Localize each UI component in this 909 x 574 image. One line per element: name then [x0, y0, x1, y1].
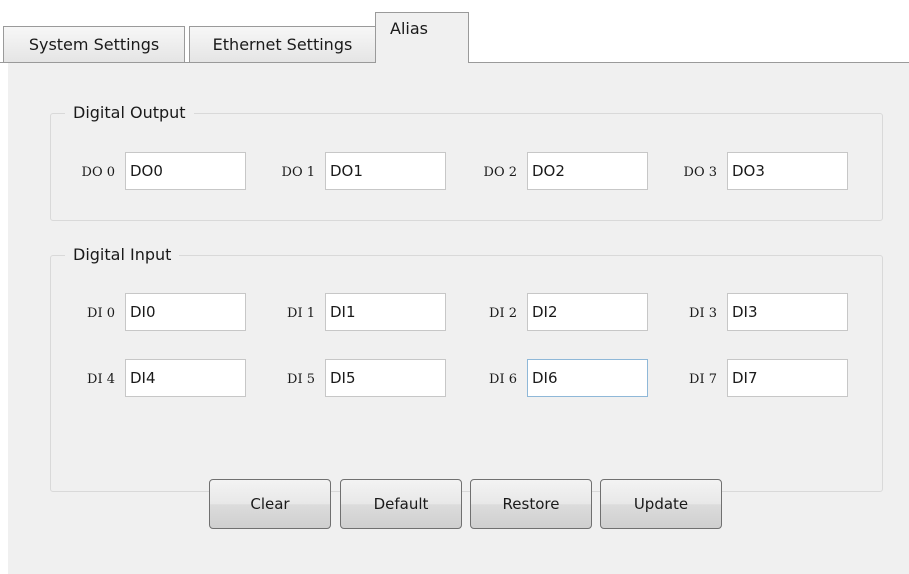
- do1-label: DO 1: [281, 165, 315, 180]
- di2-alias-input[interactable]: [527, 293, 648, 331]
- di7-alias-input[interactable]: [727, 359, 848, 397]
- clear-button[interactable]: Clear: [209, 479, 331, 529]
- default-button[interactable]: Default: [340, 479, 462, 529]
- do2-label: DO 2: [483, 165, 517, 180]
- digital-output-group: Digital Output DO 0 DO 1 DO 2 DO 3: [50, 102, 883, 221]
- do1-alias-input[interactable]: [325, 152, 446, 190]
- di1-alias-input[interactable]: [325, 293, 446, 331]
- do0-alias-input[interactable]: [125, 152, 246, 190]
- alias-settings-window: System Settings Ethernet Settings Alias …: [0, 0, 909, 574]
- digital-input-title: Digital Input: [65, 244, 180, 266]
- di1-label: DI 1: [287, 306, 315, 321]
- do0-label: DO 0: [81, 165, 115, 180]
- di2-label: DI 2: [489, 306, 517, 321]
- di6-alias-input[interactable]: [527, 359, 648, 397]
- di5-alias-input[interactable]: [325, 359, 446, 397]
- do3-alias-input[interactable]: [727, 152, 848, 190]
- di5-label: DI 5: [287, 372, 315, 387]
- di6-label: DI 6: [489, 372, 517, 387]
- di3-alias-input[interactable]: [727, 293, 848, 331]
- di7-label: DI 7: [689, 372, 717, 387]
- di4-alias-input[interactable]: [125, 359, 246, 397]
- di0-label: DI 0: [87, 306, 115, 321]
- di0-alias-input[interactable]: [125, 293, 246, 331]
- tab-system-settings[interactable]: System Settings: [3, 26, 185, 62]
- tab-ethernet-settings[interactable]: Ethernet Settings: [189, 26, 376, 62]
- restore-button[interactable]: Restore: [470, 479, 592, 529]
- tab-alias[interactable]: Alias: [375, 12, 469, 64]
- do3-label: DO 3: [683, 165, 717, 180]
- tab-bar: System Settings Ethernet Settings Alias: [0, 0, 909, 64]
- update-button[interactable]: Update: [600, 479, 722, 529]
- alias-panel: Digital Output DO 0 DO 1 DO 2 DO 3 Digit…: [8, 63, 909, 574]
- di4-label: DI 4: [87, 372, 115, 387]
- di3-label: DI 3: [689, 306, 717, 321]
- digital-input-group: Digital Input DI 0 DI 1 DI 2 DI 3 DI 4 D…: [50, 244, 883, 492]
- do2-alias-input[interactable]: [527, 152, 648, 190]
- digital-output-title: Digital Output: [65, 102, 194, 124]
